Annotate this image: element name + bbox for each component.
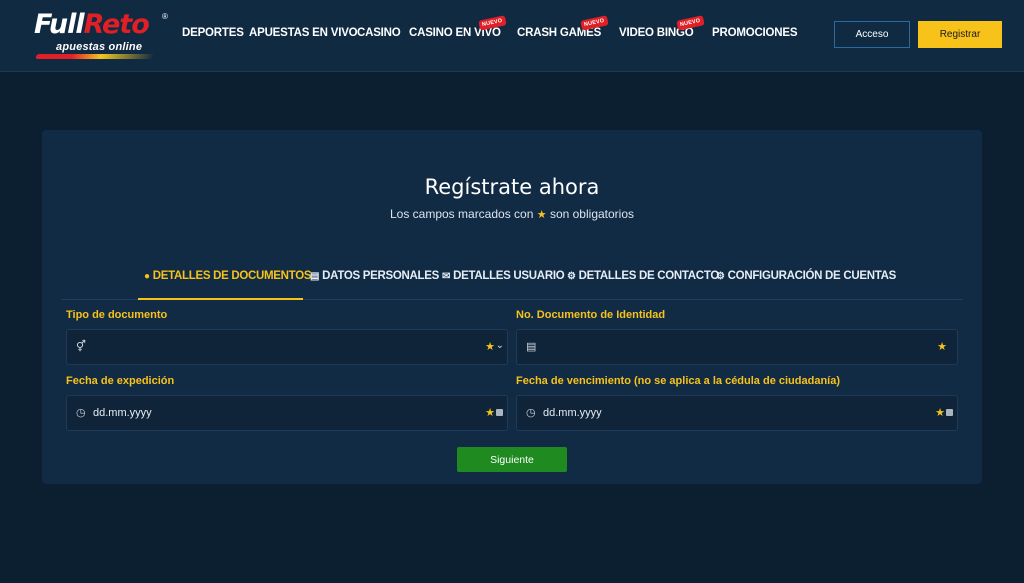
doc-number-label: No. Documento de Identidad xyxy=(516,309,666,321)
registration-card: Regístrate ahora Los campos marcados con… xyxy=(42,130,982,484)
login-button[interactable]: Acceso xyxy=(834,21,910,48)
issue-date-label: Fecha de expedición xyxy=(66,375,175,387)
logo-word-full: Full xyxy=(34,9,85,40)
clock-icon: ◷ xyxy=(76,407,86,419)
subtitle-before: Los campos marcados con xyxy=(389,207,534,221)
required-star-icon: ★ xyxy=(485,341,495,353)
logo-word-reto: Reto xyxy=(83,9,150,40)
nav-crash-games[interactable]: CRASH GAMES NUEVO xyxy=(517,15,609,39)
tab-configuracion-de-cuentas[interactable]: ⚙ CONFIGURACIÓN DE CUENTAS xyxy=(716,270,896,282)
expiry-date-placeholder: dd.mm.yyyy xyxy=(543,407,602,419)
gear-icon: ⚙ xyxy=(567,271,576,282)
required-star-icon: ★ xyxy=(485,407,495,419)
required-star-icon: ★ xyxy=(937,341,947,353)
nav-promociones[interactable]: PROMOCIONES xyxy=(712,27,798,39)
page-subtitle: Los campos marcados con ★ son obligatori… xyxy=(42,207,982,221)
nav-deportes[interactable]: DEPORTES xyxy=(182,27,244,39)
doc-number-input[interactable]: ▤ ★ xyxy=(516,329,958,365)
envelope-icon: ✉ xyxy=(442,271,451,282)
doc-type-label: Tipo de documento xyxy=(66,309,168,321)
logo-swoosh xyxy=(35,54,155,59)
tab-label: DATOS PERSONALES xyxy=(322,270,439,282)
tab-datos-personales[interactable]: ▤ DATOS PERSONALES xyxy=(310,270,439,282)
fullreto-logo[interactable]: FullReto ® apuestas online xyxy=(34,10,174,62)
nav-apuestas-en-vivo[interactable]: APUESTAS EN VIVO xyxy=(249,27,358,39)
chevron-down-icon: ⌄ xyxy=(495,340,504,351)
logo-wordmark: FullReto xyxy=(34,9,150,40)
gear-icon: ⚙ xyxy=(716,271,725,282)
doc-type-select[interactable]: ⚥ ★ ⌄ xyxy=(66,329,508,365)
nav-casino-en-vivo[interactable]: CASINO EN VIVO NUEVO xyxy=(409,15,507,39)
tab-detalles-de-documentos[interactable]: ● DETALLES DE DOCUMENTOS xyxy=(144,270,312,282)
tab-label: DETALLES DE CONTACTO xyxy=(578,270,720,282)
id-card-icon: ▤ xyxy=(310,271,320,282)
nav-video-bingo[interactable]: VIDEO BINGO NUEVO xyxy=(619,15,705,39)
star-icon: ★ xyxy=(536,209,547,221)
id-card-icon: ▤ xyxy=(526,341,537,353)
tab-label: DETALLES DE DOCUMENTOS xyxy=(152,270,312,282)
tab-detalles-de-contacto[interactable]: ⚙ DETALLES DE CONTACTO xyxy=(567,270,719,282)
issue-date-input[interactable]: ◷ dd.mm.yyyy ★ xyxy=(66,395,508,431)
expiry-date-label: Fecha de vencimiento (no se aplica a la … xyxy=(516,375,840,387)
active-tab-indicator xyxy=(138,298,303,300)
issue-date-placeholder: dd.mm.yyyy xyxy=(93,407,152,419)
register-button[interactable]: Registrar xyxy=(918,21,1002,48)
tab-label: DETALLES USUARIO xyxy=(453,270,565,282)
clock-icon: ◷ xyxy=(526,407,536,419)
calendar-icon[interactable] xyxy=(946,409,953,416)
subtitle-after: son obligatorios xyxy=(549,207,635,221)
top-header: FullReto ® apuestas online DEPORTES APUE… xyxy=(0,0,1024,72)
logo-registered-mark: ® xyxy=(162,12,168,21)
registration-tabs: ● DETALLES DE DOCUMENTOS ▤ DATOS PERSONALE… xyxy=(62,260,962,300)
required-star-icon: ★ xyxy=(935,407,945,419)
tab-label: CONFIGURACIÓN DE CUENTAS xyxy=(727,270,897,282)
expiry-date-input[interactable]: ◷ dd.mm.yyyy ★ xyxy=(516,395,958,431)
tab-detalles-usuario[interactable]: ✉ DETALLES USUARIO xyxy=(442,270,565,282)
nav-casino[interactable]: CASINO xyxy=(357,27,401,39)
gender-icon: ⚥ xyxy=(76,341,86,353)
page-title: Regístrate ahora xyxy=(424,175,600,199)
next-button[interactable]: Siguiente xyxy=(457,447,567,472)
logo-tagline: apuestas online xyxy=(56,41,143,53)
user-icon: ● xyxy=(144,271,150,282)
calendar-icon[interactable] xyxy=(496,409,503,416)
